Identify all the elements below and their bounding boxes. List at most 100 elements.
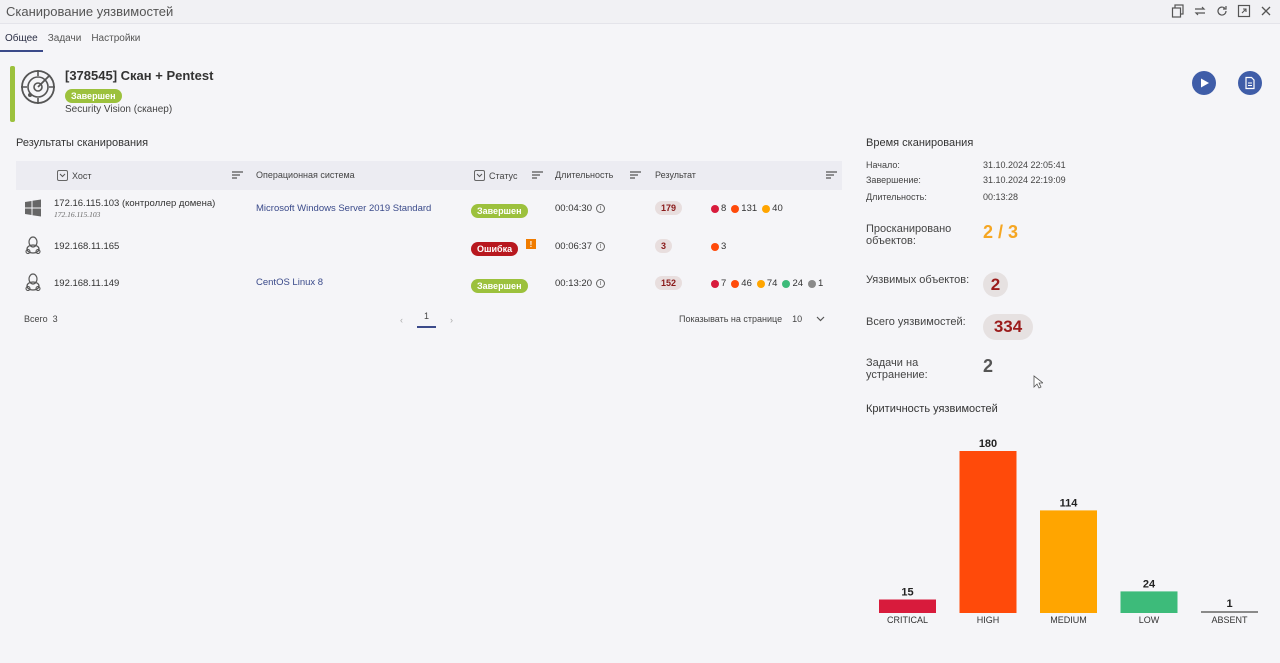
critical-count: 8: [721, 203, 727, 214]
duration-cell: 00:04:30 i: [555, 203, 605, 214]
scan-time-title: Время сканирования: [866, 137, 974, 149]
bar-high[interactable]: [959, 451, 1017, 613]
duration-value: 00:13:28: [983, 192, 1019, 202]
host-name: 172.16.115.103 (контроллер домена): [54, 198, 216, 209]
page-size-select[interactable]: 10: [792, 314, 825, 324]
bar-value-label: 114: [1060, 497, 1079, 509]
status-badge: Завершен: [471, 204, 528, 218]
bar-critical[interactable]: [879, 599, 936, 614]
medium-dot-icon: [762, 204, 771, 213]
column-os-label: Операционная система: [256, 170, 355, 180]
severity-bar-chart: 15 CRITICAL 180 HIGH 114 MEDIUM 24 LOW 1 ABSENT: [879, 438, 1258, 625]
sort-icon[interactable]: [826, 170, 837, 180]
chevron-right-icon[interactable]: ›: [450, 315, 453, 325]
chevron-left-icon[interactable]: ‹: [400, 315, 403, 325]
chevron-down-icon[interactable]: [57, 170, 68, 181]
window-controls: [1170, 3, 1274, 19]
sort-icon[interactable]: [532, 170, 543, 180]
absent-count: 1: [818, 278, 824, 289]
column-os[interactable]: Операционная система: [256, 170, 355, 180]
bar-absent[interactable]: [1201, 611, 1258, 613]
sort-icon[interactable]: [630, 170, 641, 180]
column-duration[interactable]: Длительность: [555, 170, 613, 180]
result-total[interactable]: 3: [655, 239, 673, 253]
scanned-value: 2 / 3: [983, 222, 1019, 242]
sort-icon[interactable]: [232, 170, 243, 180]
expand-icon[interactable]: [1236, 3, 1252, 19]
absent-dot-icon: [808, 279, 817, 288]
job-status-badge: Завершен: [65, 89, 122, 103]
host-name: 192.168.11.149: [54, 278, 120, 289]
warning-icon[interactable]: !: [526, 239, 536, 249]
table-row[interactable]: 172.16.115.103 (контроллер домена) 172.1…: [16, 191, 842, 228]
status-badge: Завершен: [471, 279, 528, 293]
bar-value-label: 24: [1143, 578, 1156, 590]
job-header: [378545] Скан + Pentest Завершен Securit…: [10, 66, 1270, 122]
category-label: LOW: [1139, 615, 1160, 625]
category-label: ABSENT: [1211, 615, 1248, 625]
duration-cell: 00:13:20 i: [555, 278, 605, 289]
column-result-label: Результат: [655, 170, 696, 180]
category-label: HIGH: [977, 615, 1000, 625]
tab-tasks[interactable]: Задачи: [43, 26, 87, 52]
column-result[interactable]: Результат: [655, 170, 696, 180]
result-total[interactable]: 179: [655, 201, 683, 215]
result-total[interactable]: 152: [655, 276, 683, 290]
info-icon[interactable]: i: [595, 204, 605, 213]
table-row[interactable]: 192.168.11.149 CentOS Linux 8 Завершен 0…: [16, 265, 842, 302]
os-link[interactable]: Microsoft Windows Server 2019 Standard: [256, 203, 431, 214]
column-host-label: Хост: [72, 170, 92, 181]
bar-low[interactable]: [1120, 591, 1178, 613]
page-button[interactable]: 1: [417, 311, 437, 328]
low-dot-icon: [782, 279, 791, 288]
column-duration-label: Длительность: [555, 170, 614, 180]
play-icon: [1201, 78, 1209, 88]
os-link[interactable]: CentOS Linux 8: [256, 277, 323, 288]
duration-value: 00:04:30: [555, 203, 592, 214]
high-dot-icon: [731, 204, 740, 213]
close-icon[interactable]: [1258, 3, 1274, 19]
page-size-label: Показывать на странице: [679, 314, 783, 324]
chevron-down-icon: [816, 316, 825, 322]
status-badge: Ошибка: [471, 242, 519, 256]
linux-icon: [25, 236, 41, 254]
tab-general[interactable]: Общее: [0, 26, 43, 52]
scanner-name: Security Vision (сканер): [65, 104, 173, 115]
tasks-label-line: устранение:: [866, 369, 928, 381]
total-vuln-value: 334: [983, 314, 1033, 340]
tasks-value: 2: [983, 356, 994, 376]
high-count: 46: [741, 278, 752, 289]
total-value: 3: [52, 314, 58, 324]
low-count: 24: [792, 278, 804, 289]
severity-breakdown: 8 131 40: [711, 203, 786, 214]
results-title: Результаты сканирования: [16, 137, 149, 149]
info-icon[interactable]: i: [595, 242, 605, 251]
table-header: Хост Операционная система Статус Длитель…: [16, 161, 842, 190]
windows-icon: [25, 199, 41, 217]
table-row[interactable]: 192.168.11.165 Ошибка ! 00:06:37 i 3 3: [16, 228, 842, 265]
report-button[interactable]: [1238, 71, 1262, 95]
window-title: Сканирование уязвимостей: [6, 4, 174, 19]
column-host[interactable]: Хост: [57, 170, 92, 181]
vulnerable-label: Уязвимых объектов:: [866, 274, 970, 286]
linux-icon: [25, 273, 41, 291]
scanned-label: Просканировано объектов:: [866, 223, 951, 247]
swap-icon[interactable]: [1192, 3, 1208, 19]
start-value: 31.10.2024 22:05:41: [983, 160, 1066, 170]
end-value: 31.10.2024 22:19:09: [983, 175, 1066, 185]
info-icon[interactable]: i: [595, 279, 605, 288]
run-button[interactable]: [1192, 71, 1216, 95]
radar-icon: [21, 70, 55, 104]
chevron-down-icon[interactable]: [474, 170, 485, 181]
severity-breakdown: 3: [711, 241, 729, 252]
critical-dot-icon: [711, 204, 719, 213]
duration-cell: 00:06:37 i: [555, 241, 605, 252]
category-label: CRITICAL: [887, 615, 928, 625]
refresh-icon[interactable]: [1214, 3, 1230, 19]
duration-value: 00:06:37: [555, 241, 592, 252]
copy-icon[interactable]: [1170, 3, 1186, 19]
column-status[interactable]: Статус: [474, 170, 517, 181]
pagination: ‹ 1 ›: [400, 311, 453, 328]
bar-medium[interactable]: [1040, 510, 1097, 613]
tab-settings[interactable]: Настройки: [86, 26, 145, 52]
